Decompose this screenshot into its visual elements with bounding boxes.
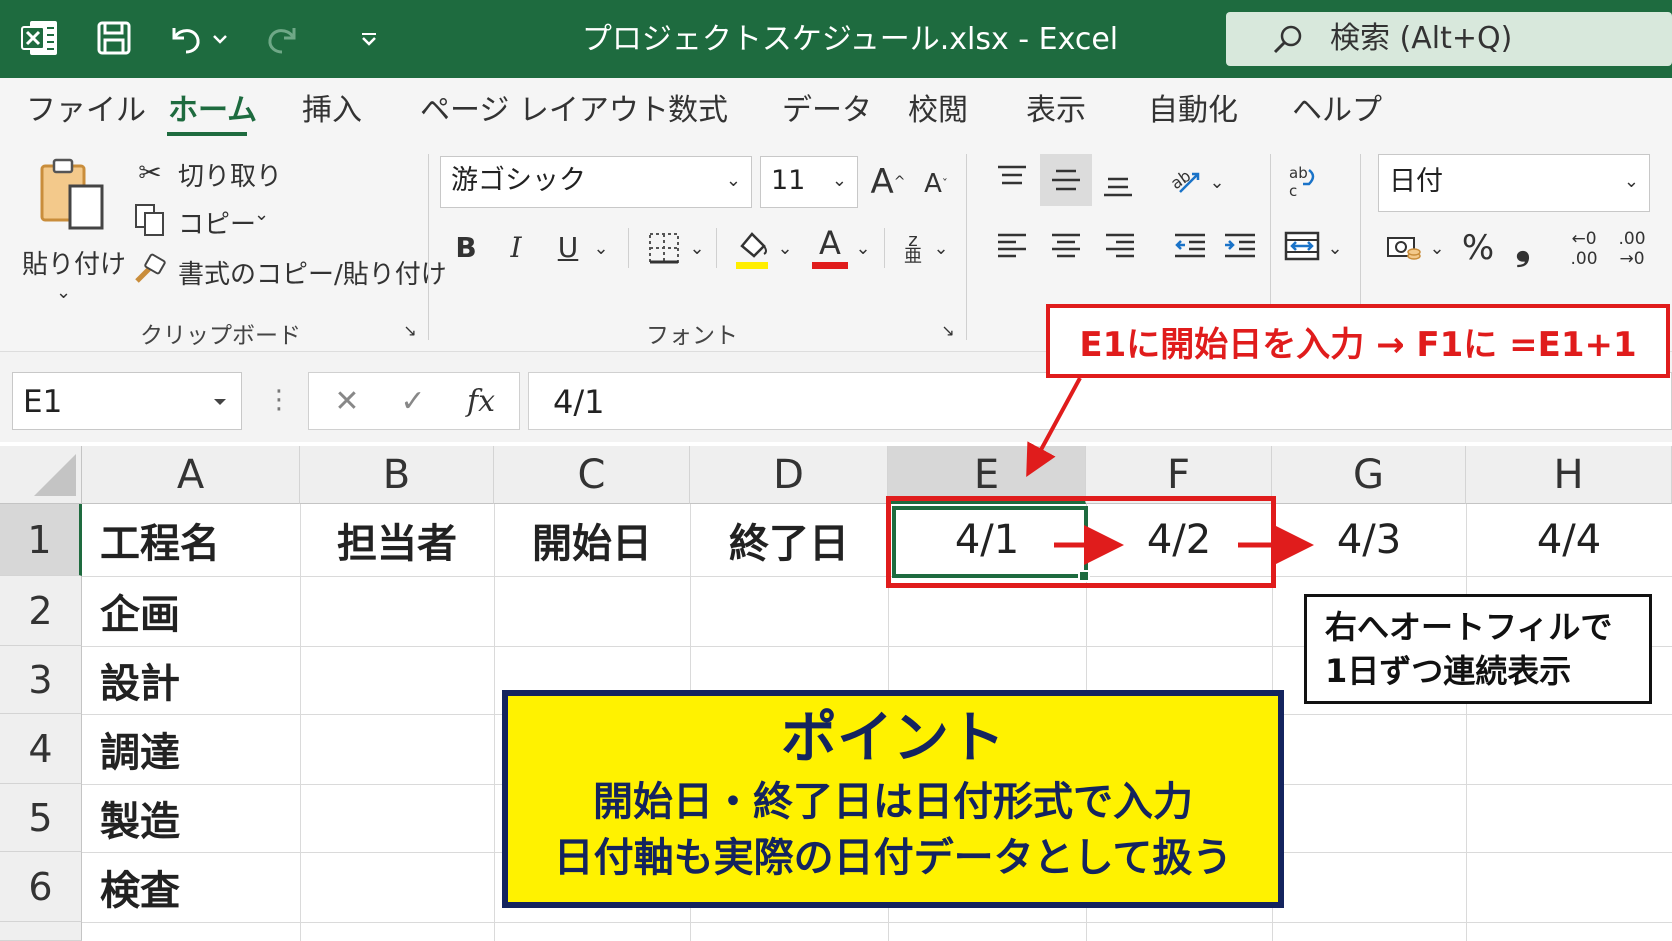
autofill-note-line-1: 右へオートフィルで [1325, 608, 1613, 646]
autofill-note-line-2: 1日ずつ連続表示 [1325, 652, 1572, 690]
point-callout-line-2: 日付軸も実際の日付データとして扱う [553, 835, 1233, 881]
point-callout: ポイント 開始日・終了日は日付形式で入力 日付軸も実際の日付データとして扱う [502, 690, 1284, 908]
point-callout-title: ポイント [781, 706, 1005, 771]
callout-pointer-arrow [1026, 377, 1082, 478]
instruction-callout: E1に開始日を入力 → F1に =E1+1 [1046, 304, 1670, 378]
point-callout-line-1: 開始日・終了日は日付形式で入力 [593, 779, 1193, 825]
autofill-note: 右へオートフィルで 1日ずつ連続表示 [1304, 594, 1652, 704]
